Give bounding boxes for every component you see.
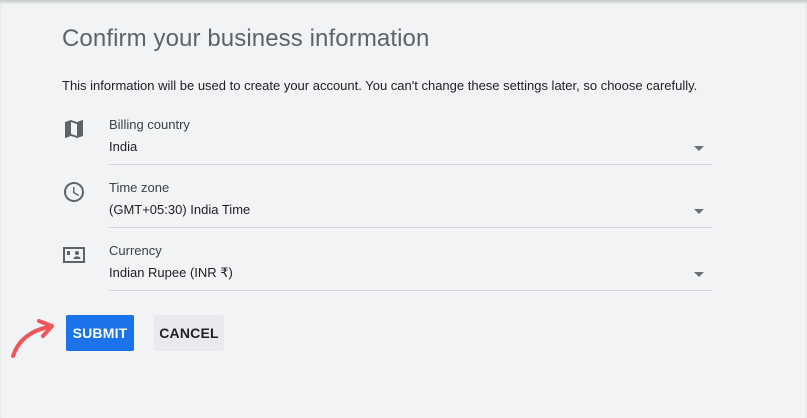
currency-select[interactable]: Currency Indian Rupee (INR ₹) [109,243,712,291]
page-title: Confirm your business information [62,25,430,52]
billing-country-row: Billing country India [62,117,712,179]
billing-country-value: India [109,139,138,154]
billing-country-label: Billing country [109,117,190,132]
currency-row: Currency Indian Rupee (INR ₹) [62,243,712,305]
dropdown-arrow-icon[interactable] [694,272,704,277]
clock-icon [62,180,86,204]
page: Confirm your business information This i… [0,0,807,418]
annotation-arrow-icon [11,319,54,358]
time-zone-select[interactable]: Time zone (GMT+05:30) India Time [109,180,712,228]
page-description: This information will be used to create … [62,78,698,93]
cancel-button[interactable]: CANCEL [154,315,224,351]
time-zone-value: (GMT+05:30) India Time [109,202,251,217]
map-icon [62,117,86,141]
billing-country-select[interactable]: Billing country India [109,117,712,165]
submit-button[interactable]: SUBMIT [66,315,134,351]
currency-label: Currency [109,243,162,258]
currency-icon [62,243,86,267]
time-zone-label: Time zone [109,180,170,195]
dropdown-arrow-icon[interactable] [694,209,704,214]
time-zone-row: Time zone (GMT+05:30) India Time [62,180,712,242]
dropdown-arrow-icon[interactable] [694,146,704,151]
currency-value: Indian Rupee (INR ₹) [109,265,233,280]
